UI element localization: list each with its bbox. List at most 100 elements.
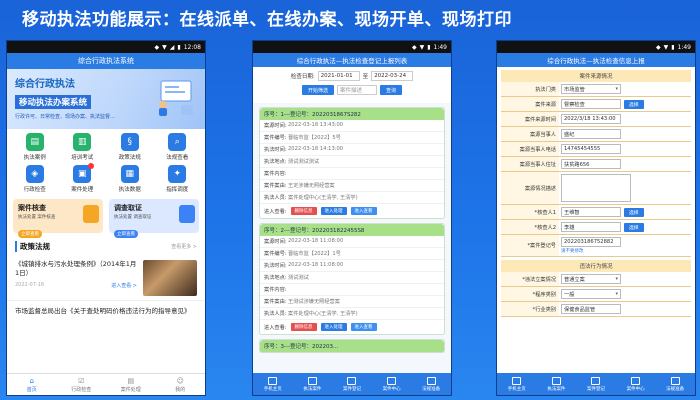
tab-icon [387, 376, 397, 385]
form-row: *案件登记号 202203186752882 请不要修改 [501, 235, 691, 257]
card-evidence[interactable]: 调查取证 执法处置 调查取证 立即查看 [109, 199, 199, 238]
case-action-label: 进入查看: [264, 208, 287, 215]
search-button[interactable]: 查询 [380, 85, 403, 95]
form-input[interactable]: 扶贫路656 [561, 159, 621, 169]
tab-item[interactable]: 法规准备 [655, 373, 695, 395]
form-row: 执法门类 市场监管 [501, 82, 691, 97]
news-more-link[interactable]: 进入查看 > [111, 282, 137, 289]
form-select[interactable]: 市场监管 [561, 84, 621, 94]
tab-item[interactable]: 执法案件 [293, 373, 333, 395]
megaphone-icon [83, 205, 99, 223]
tab-item[interactable]: 案件登记 [576, 373, 616, 395]
tab-item[interactable]: 法规准备 [411, 373, 451, 395]
case-row-key: 案件编号: [264, 135, 287, 141]
tab-item[interactable]: 案件中心 [372, 373, 412, 395]
card-view-button[interactable]: 立即查看 [18, 230, 42, 238]
form-input[interactable]: 保健食品监管 [561, 304, 621, 314]
grid-item[interactable]: ▥ 培训考试 [59, 133, 107, 161]
date-from-input[interactable]: 2021-01-01 [317, 71, 360, 81]
tab-item[interactable]: 手机主页 [253, 373, 293, 395]
form-input[interactable]: 李雄 [561, 222, 621, 232]
policy-more-link[interactable]: 查看更多 > [171, 243, 197, 250]
grid-item[interactable]: § 政策法规 [106, 133, 154, 161]
case-card[interactable]: 序号：1---登记号：2022031867S282 案源时间: 2022-03-18… [259, 107, 445, 219]
form-row: *核查人1 王维智 选择 [501, 205, 691, 220]
select-button[interactable]: 选择 [624, 99, 644, 109]
tab-item[interactable]: ☑ 行政检查 [57, 374, 107, 395]
news-title: 《城镇排水与污水处理条例》（2014年1月1日） [15, 260, 137, 278]
user-icon: ☺ [176, 376, 184, 385]
select-button[interactable]: 选择 [624, 207, 644, 217]
card-case-verify[interactable]: 案件核查 执法处置 案件核查 立即查看 [13, 199, 103, 238]
screen-button[interactable]: 开始筛选 [301, 85, 334, 95]
bottom-tab-bar: 手机主页 执法案件 案件登记 案件中心 法规准备 [253, 373, 451, 395]
case-header: 序号：3---登记号：202203... [260, 340, 444, 352]
tab-item[interactable]: ▤ 案件处理 [106, 374, 156, 395]
phone-home-screen: ◆ ▼ ◢ ▮ 12:08 综合行政执法系统 综合行政执法 移动执法办案系统 行… [6, 40, 206, 396]
status-bar: ◆ ▼ ▮ 1:49 [497, 41, 695, 53]
form-input[interactable]: 14745454555 [561, 144, 621, 154]
tab-item[interactable]: ☺ 我的 [156, 374, 206, 395]
date-label: 检查日期: [290, 74, 315, 80]
form-label: 案源当事人电话 [519, 146, 556, 153]
form-value-cell: 市场监管 [559, 82, 691, 96]
select-button[interactable]: 选择 [624, 222, 644, 232]
case-row-value: 王测试涉嫌无照经营案 [288, 299, 340, 305]
form-select[interactable]: 普通立案 [561, 274, 621, 284]
tab-label: 行政检查 [71, 386, 92, 393]
form-row: *行业类别 保健食品监管 [501, 302, 691, 317]
case-header: 序号：1---登记号：2022031867S282 [260, 108, 444, 120]
headline: 移动执法功能展示：在线派单、在线办案、现场开单、现场打印 [22, 10, 512, 30]
case-card[interactable]: 序号：3---登记号：202203... [259, 339, 445, 353]
list-item[interactable]: 《城镇排水与污水处理条例》（2014年1月1日） 2022-07-16 进入查看… [7, 256, 205, 301]
card-view-button[interactable]: 立即查看 [114, 230, 138, 238]
dispatch-icon: ✦ [168, 165, 187, 183]
tab-icon [551, 376, 561, 385]
grid-item[interactable]: ▦ 执法数据 [106, 165, 154, 193]
filter-panel: 检查日期: 2021-01-01 至 2022-03-24 开始筛选 案件描述 … [253, 67, 451, 103]
process-button[interactable]: 进入处理 [320, 207, 347, 215]
home-banner[interactable]: 综合行政执法 移动执法办案系统 行政许可、日常检查、现场办案、执法监督… [7, 69, 205, 129]
case-desc-input[interactable]: 案件描述 [337, 85, 377, 95]
case-row-value: 晋临市监【2022】5号 [288, 135, 341, 141]
tab-item[interactable]: 案件登记 [332, 373, 372, 395]
shield-icon: ◈ [25, 165, 44, 183]
tab-item[interactable]: 执法案件 [537, 373, 577, 395]
banner-illustration-icon [159, 80, 193, 116]
form-row: *违法立案情况 普通立案 [501, 272, 691, 287]
form-input[interactable]: 2022/3/18 13:43:00 [561, 114, 621, 124]
tab-label: 法规准备 [422, 386, 441, 392]
grid-item[interactable]: ⌕ 法规查看 [154, 133, 202, 161]
form-input[interactable]: 盛纪 [561, 129, 621, 139]
grid-item[interactable]: ▤ 执法案例 [11, 133, 59, 161]
case-row-key: 执法时间: [264, 263, 287, 269]
section-source: 案件来源情况 [501, 70, 691, 82]
list-item[interactable]: 市场监督总局出台《关于查处明码价格违法行为的指导意见》 [7, 301, 205, 322]
form-input[interactable]: 王维智 [561, 207, 621, 217]
delete-button[interactable]: 删除信息 [290, 323, 317, 331]
process-button[interactable]: 进入处理 [320, 323, 347, 331]
case-row: 执法地点: 测试测试测试 [260, 156, 444, 168]
tab-item[interactable]: 手机主页 [497, 373, 537, 395]
tab-item[interactable]: ⌂ 首页 [7, 374, 57, 395]
case-card[interactable]: 序号：2---登记号：2022031822455S8 案源时间: 2022-03-1… [259, 223, 445, 335]
date-to-input[interactable]: 2022-03-24 [371, 71, 414, 81]
grid-item[interactable]: ✦ 指挥调度 [154, 165, 202, 193]
app-title: 综合行政执法系统 [7, 53, 205, 69]
grid-item[interactable]: ▣ 案件处理 [59, 163, 107, 193]
tab-item[interactable]: 案件中心 [616, 373, 656, 395]
case-list: 序号：1---登记号：2022031867S282 案源时间: 2022-03-18… [253, 107, 451, 335]
case-row-key: 案源时间: [264, 239, 287, 245]
view-button[interactable]: 进入查看 [350, 323, 377, 331]
delete-button[interactable]: 删除信息 [290, 207, 317, 215]
grid-item[interactable]: ◈ 行政检查 [11, 165, 59, 193]
form-input[interactable]: 202203186752882 [561, 237, 621, 247]
form-select[interactable]: 一般 [561, 289, 621, 299]
form-row: 案源情况描述 [501, 172, 691, 205]
form-input[interactable]: 督察检查 [561, 99, 621, 109]
form-textarea[interactable] [561, 174, 631, 202]
badge-dot [88, 163, 95, 169]
form-row: 案件来源时间 2022/3/18 13:43:00 [501, 112, 691, 127]
view-button[interactable]: 进入查看 [350, 207, 377, 215]
wifi-icon: ▼ [663, 43, 669, 51]
